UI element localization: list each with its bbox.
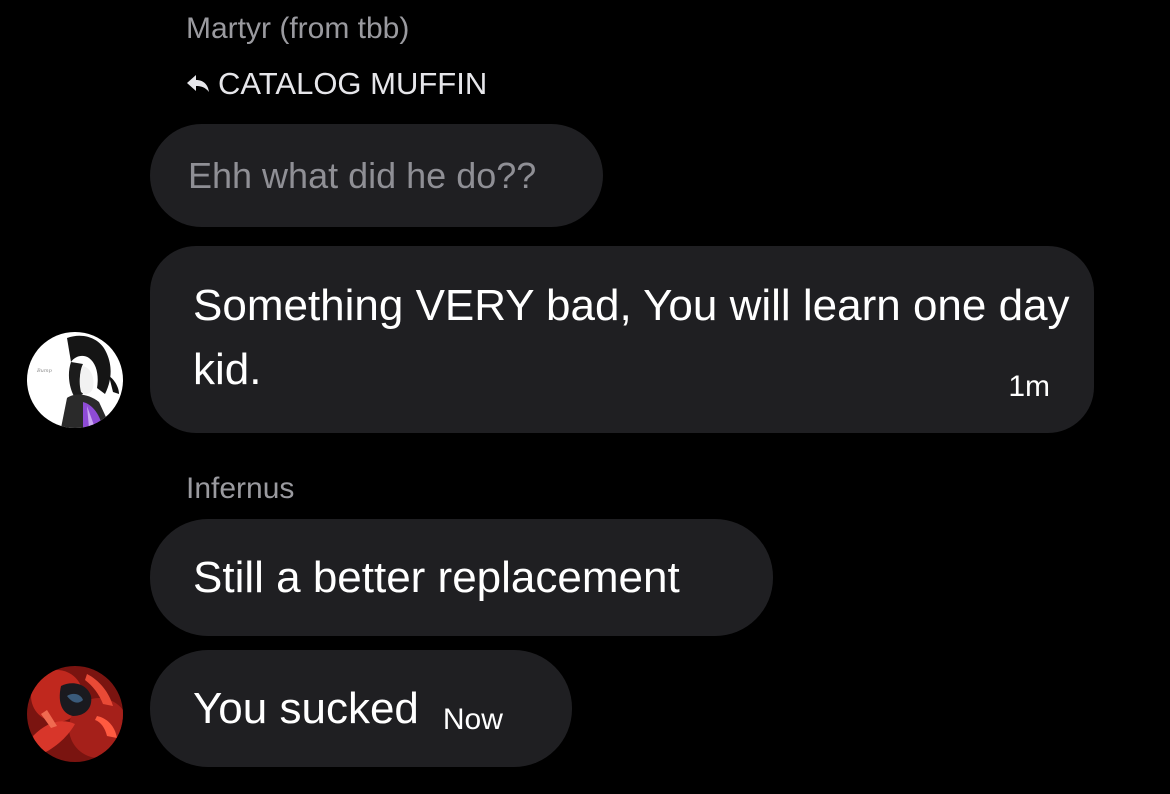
reply-reference[interactable]: CATALOG MUFFIN bbox=[186, 64, 487, 104]
quoted-message-text: Ehh what did he do?? bbox=[188, 154, 537, 196]
quoted-message-bubble[interactable]: Ehh what did he do?? bbox=[150, 124, 603, 227]
message-text: You sucked bbox=[193, 683, 419, 733]
message-text: Something VERY bad, You will learn one d… bbox=[193, 281, 1070, 394]
sender-name: Martyr (from tbb) bbox=[186, 12, 410, 45]
avatar[interactable]: Bump bbox=[27, 332, 123, 428]
message-timestamp: Now bbox=[442, 702, 503, 736]
message-text: Still a better replacement bbox=[193, 552, 680, 602]
message-timestamp: 1m bbox=[1008, 370, 1050, 403]
svg-text:Bump: Bump bbox=[36, 368, 53, 374]
reply-target-name: CATALOG MUFFIN bbox=[218, 66, 488, 101]
avatar[interactable] bbox=[27, 666, 123, 762]
message-bubble[interactable]: Something VERY bad, You will learn one d… bbox=[150, 246, 1094, 433]
message-bubble[interactable]: You sucked Now bbox=[150, 650, 572, 767]
reply-arrow-icon bbox=[186, 73, 212, 95]
sender-name: Infernus bbox=[186, 472, 295, 505]
message-bubble[interactable]: Still a better replacement bbox=[150, 519, 773, 636]
anime-character-avatar: Bump bbox=[27, 332, 123, 428]
red-character-avatar bbox=[27, 666, 123, 762]
